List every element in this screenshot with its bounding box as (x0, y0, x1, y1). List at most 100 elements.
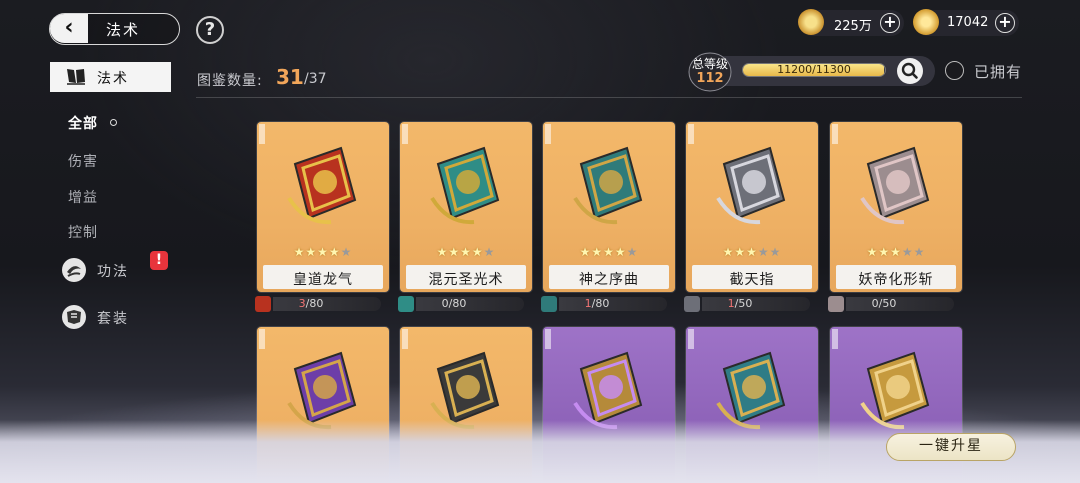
card-corner-tag (688, 329, 694, 349)
star-filled-icon: ★ (436, 245, 449, 259)
page-title: 法术 (106, 21, 141, 39)
star-filled-icon: ★ (746, 245, 758, 259)
fragment-count: 0/80 (416, 297, 492, 311)
spell-name: 神之序曲 (579, 272, 639, 288)
spell-card[interactable]: ★★★★★ 截天指 (686, 122, 818, 292)
star-empty-icon: ★ (483, 245, 496, 259)
chevron-left-icon: ‹ (50, 14, 88, 43)
tab-technique[interactable]: 功法 (62, 258, 162, 282)
tab-technique-label: 功法 (97, 264, 129, 280)
star-filled-icon: ★ (305, 245, 318, 259)
fragment-have: 1 (727, 297, 735, 310)
fragment-counter: 1/80 (541, 296, 669, 312)
book-icon (67, 69, 85, 85)
tab-set[interactable]: 套装 (62, 305, 162, 329)
card-corner-tag (402, 329, 408, 349)
star-rating: ★★★★★ (400, 245, 532, 259)
tab-spells-label: 法术 (97, 71, 129, 87)
level-value: 112 (696, 71, 724, 86)
spell-name: 截天指 (729, 272, 775, 288)
star-filled-icon: ★ (328, 245, 341, 259)
star-filled-icon: ★ (890, 245, 902, 259)
star-filled-icon: ★ (471, 245, 484, 259)
star-rating: ★★★★★ (830, 245, 962, 259)
coin-icon (798, 9, 824, 35)
upstar-all-button[interactable]: 一键升星 (886, 433, 1016, 461)
spell-card[interactable]: ★★★★★ 皇道龙气 (257, 122, 389, 292)
search-icon (901, 62, 918, 79)
divider (196, 97, 1022, 98)
currency-coin: 225万 + (798, 9, 904, 36)
back-button[interactable]: ‹ 法术 (49, 13, 180, 45)
owned-filter-label: 已拥有 (974, 63, 1023, 81)
search-button[interactable] (897, 58, 923, 84)
card-nameplate: 妖帝化形斩 (836, 265, 956, 289)
spell-art-icon (860, 146, 930, 225)
owned-filter-radio[interactable] (945, 61, 964, 80)
fragment-have: 1 (584, 297, 592, 310)
star-filled-icon: ★ (579, 245, 592, 259)
fragment-icon (684, 296, 700, 312)
fragment-icon (398, 296, 414, 312)
fragment-counter: 3/80 (255, 296, 383, 312)
star-empty-icon: ★ (340, 245, 353, 259)
fragment-counter: 1/50 (684, 296, 812, 312)
star-empty-icon: ★ (769, 245, 782, 259)
star-rating: ★★★★★ (543, 245, 675, 259)
card-nameplate: 神之序曲 (549, 265, 669, 289)
coin-value: 225万 (834, 19, 872, 34)
card-corner-tag (832, 329, 838, 349)
star-filled-icon: ★ (866, 245, 879, 259)
currency-ingot: 17042 + (913, 9, 1019, 36)
spell-card[interactable]: ★★★★★ 神之序曲 (543, 122, 675, 292)
fragment-need: /50 (734, 297, 753, 310)
filter-buff[interactable]: 增益 (68, 187, 98, 207)
card-corner-tag (545, 329, 551, 349)
card-nameplate: 混元圣光术 (406, 265, 526, 289)
card-nameplate: 截天指 (692, 265, 812, 289)
star-filled-icon: ★ (614, 245, 627, 259)
add-coin-button[interactable]: + (880, 13, 900, 33)
star-filled-icon: ★ (734, 245, 747, 259)
fragment-need: /80 (305, 297, 324, 310)
fragment-have: 3 (298, 297, 306, 310)
filter-damage[interactable]: 伤害 (68, 151, 98, 171)
star-rating: ★★★★★ (257, 245, 389, 259)
spell-card[interactable]: ★★★★★ 妖帝化形斩 (830, 122, 962, 292)
fragment-icon (255, 296, 271, 312)
spell-art-icon (287, 146, 357, 225)
level-title: 总等级 (691, 57, 728, 71)
catalog-total: /37 (304, 71, 327, 87)
star-empty-icon: ★ (913, 245, 926, 259)
card-nameplate: 皇道龙气 (263, 265, 383, 289)
level-progress-text: 11200/11300 (777, 63, 851, 76)
card-corner-tag (545, 124, 551, 144)
card-corner-tag (832, 124, 838, 144)
star-filled-icon: ★ (460, 245, 472, 259)
fragment-count: 0/50 (846, 297, 922, 311)
star-filled-icon: ★ (448, 245, 461, 259)
filter-all[interactable]: 全部 (68, 113, 98, 133)
fragment-need: /80 (591, 297, 610, 310)
star-filled-icon: ★ (317, 245, 329, 259)
star-filled-icon: ★ (878, 245, 891, 259)
technique-icon (62, 258, 86, 282)
add-ingot-button[interactable]: + (995, 13, 1015, 33)
star-rating: ★★★★★ (686, 245, 818, 259)
catalog-count-label: 图鉴数量: (197, 73, 263, 89)
catalog-owned: 31 (276, 65, 304, 89)
help-button[interactable]: ? (196, 16, 224, 44)
fragment-counter: 0/80 (398, 296, 526, 312)
spell-name: 混元圣光术 (428, 272, 504, 288)
fragment-counter: 0/50 (828, 296, 956, 312)
fragment-have: 0 (871, 297, 879, 310)
set-icon (62, 305, 86, 329)
spell-card[interactable]: ★★★★★ 混元圣光术 (400, 122, 532, 292)
spell-name: 皇道龙气 (293, 272, 353, 288)
filter-control[interactable]: 控制 (68, 222, 98, 242)
fragment-icon (541, 296, 557, 312)
spell-art-icon (573, 146, 643, 225)
ingot-value: 17042 (947, 15, 989, 30)
star-filled-icon: ★ (293, 245, 306, 259)
tab-spells[interactable]: 法术 (50, 62, 171, 92)
